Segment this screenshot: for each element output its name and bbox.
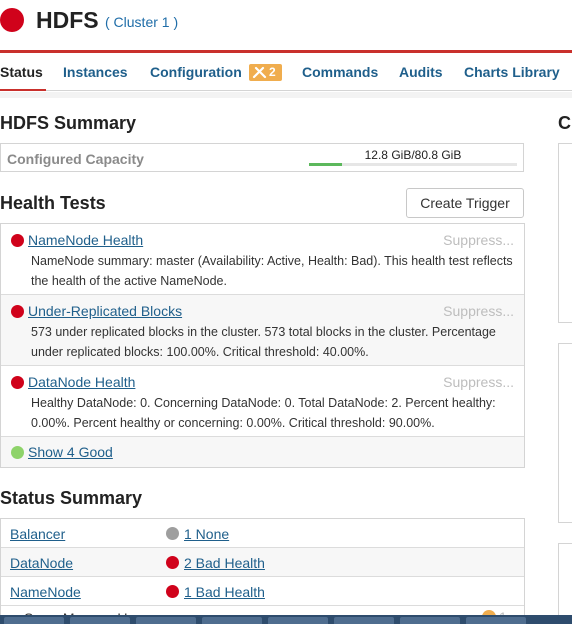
tab-shadow — [0, 92, 572, 98]
service-status-icon — [0, 8, 24, 32]
health-test-description: Healthy DataNode: 0. Concerning DataNode… — [31, 396, 496, 430]
configured-capacity-row: Configured Capacity 12.8 GiB/80.8 GiB — [0, 143, 524, 172]
show-good-row: Show 4 Good — [1, 437, 524, 467]
status-summary-table: Balancer 1 None DataNode 2 Bad Health Na… — [0, 518, 525, 624]
tab-instances[interactable]: Instances — [63, 64, 128, 80]
status-summary-row: NameNode 1 Bad Health — [1, 577, 524, 606]
health-test-item: NameNode Health Suppress... NameNode sum… — [1, 224, 524, 295]
bad-health-icon — [11, 234, 24, 247]
right-panel-card — [558, 343, 572, 523]
configured-capacity-value: 12.8 GiB/80.8 GiB — [364, 148, 462, 162]
taskbar-button[interactable] — [136, 617, 196, 624]
status-summary-row: Balancer 1 None — [1, 519, 524, 548]
datanode-health-link[interactable]: DataNode Health — [28, 374, 135, 390]
tab-status[interactable]: Status — [0, 64, 43, 80]
good-health-icon — [11, 446, 24, 459]
suppress-link[interactable]: Suppress... — [443, 232, 514, 248]
taskbar-button[interactable] — [70, 617, 130, 624]
tab-bar: Status Instances Configuration 2 Command… — [0, 53, 572, 91]
tab-audits[interactable]: Audits — [399, 64, 443, 80]
health-tests-list: NameNode Health Suppress... NameNode sum… — [0, 223, 525, 468]
datanode-link[interactable]: DataNode — [10, 555, 73, 571]
tab-charts-library[interactable]: Charts Library — [464, 64, 560, 80]
service-header: HDFS ( Cluster 1 ) — [0, 0, 572, 50]
taskbar-button[interactable] — [268, 617, 328, 624]
balancer-link[interactable]: Balancer — [10, 526, 65, 542]
show-good-link[interactable]: Show 4 Good — [28, 444, 113, 460]
status-summary-heading: Status Summary — [0, 488, 143, 508]
cluster-link[interactable]: ( Cluster 1 ) — [105, 14, 178, 30]
os-taskbar — [0, 615, 572, 624]
taskbar-button[interactable] — [202, 617, 262, 624]
configuration-issues-badge[interactable]: 2 — [249, 64, 282, 81]
health-test-item: Under-Replicated Blocks Suppress... 573 … — [1, 295, 524, 366]
right-panel-heading: C — [558, 113, 571, 133]
create-trigger-button[interactable]: Create Trigger — [406, 188, 524, 218]
configuration-issues-count: 2 — [269, 65, 276, 79]
bad-health-icon — [166, 556, 179, 569]
service-title: HDFS — [36, 7, 99, 33]
health-test-description: NameNode summary: master (Availability: … — [31, 254, 513, 288]
under-replicated-blocks-link[interactable]: Under-Replicated Blocks — [28, 303, 182, 319]
none-status-icon — [166, 527, 179, 540]
status-summary-row: DataNode 2 Bad Health — [1, 548, 524, 577]
bad-health-icon — [11, 305, 24, 318]
taskbar-button[interactable] — [466, 617, 526, 624]
datanode-status-link[interactable]: 2 Bad Health — [184, 555, 265, 571]
right-panel-card — [558, 143, 572, 323]
tab-configuration[interactable]: Configuration — [150, 64, 242, 80]
balancer-status-link[interactable]: 1 None — [184, 526, 229, 542]
suppress-link[interactable]: Suppress... — [443, 374, 514, 390]
taskbar-button[interactable] — [400, 617, 460, 624]
health-test-description: 573 under replicated blocks in the clust… — [31, 325, 496, 359]
capacity-bar — [309, 163, 517, 166]
configured-capacity-label: Configured Capacity — [7, 151, 144, 167]
capacity-bar-fill — [309, 163, 342, 166]
suppress-link[interactable]: Suppress... — [443, 303, 514, 319]
tools-icon — [252, 66, 267, 79]
namenode-status-link[interactable]: 1 Bad Health — [184, 584, 265, 600]
bad-health-icon — [11, 376, 24, 389]
namenode-link[interactable]: NameNode — [10, 584, 81, 600]
right-panel-card — [558, 543, 572, 623]
namenode-health-link[interactable]: NameNode Health — [28, 232, 143, 248]
health-test-item: DataNode Health Suppress... Healthy Data… — [1, 366, 524, 437]
tab-commands[interactable]: Commands — [302, 64, 378, 80]
active-tab-indicator — [0, 89, 46, 91]
hdfs-summary-heading: HDFS Summary — [0, 113, 137, 133]
bad-health-icon — [166, 585, 179, 598]
health-tests-heading: Health Tests — [0, 193, 106, 213]
taskbar-button[interactable] — [334, 617, 394, 624]
taskbar-button[interactable] — [4, 617, 64, 624]
